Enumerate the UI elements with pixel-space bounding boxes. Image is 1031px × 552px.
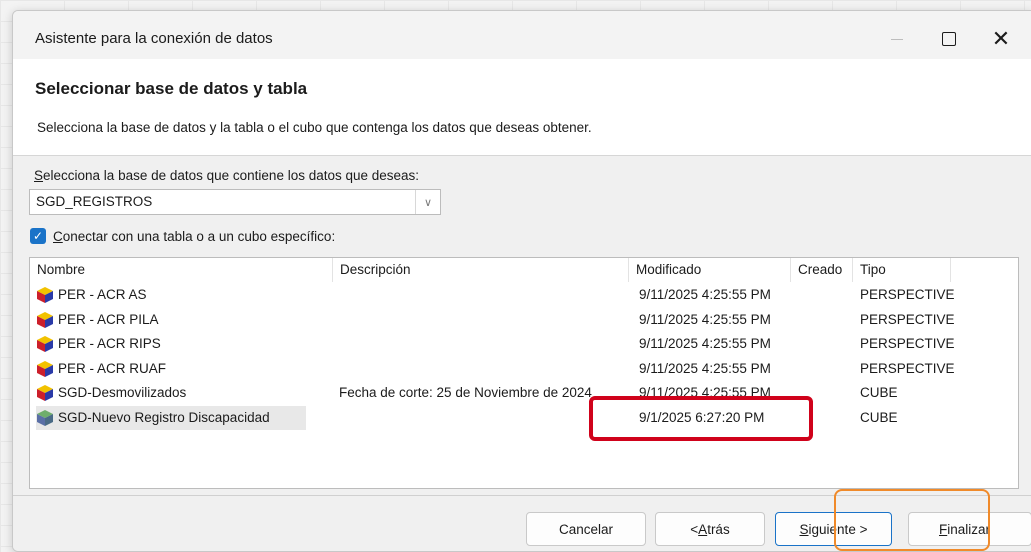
database-selected-value: SGD_REGISTROS (36, 194, 153, 209)
perspective-icon (36, 286, 54, 304)
connect-specific-table-label[interactable]: Conectar con una tabla o a un cubo espec… (53, 229, 335, 244)
list-item-modified: 9/11/2025 4:25:55 PM (639, 287, 771, 302)
column-header-descripcion[interactable]: Descripción (333, 258, 629, 282)
list-item-type: PERSPECTIVE (860, 287, 955, 302)
column-header-modificado[interactable]: Modificado (629, 258, 791, 282)
connect-specific-table-checkbox[interactable]: ✓ (30, 228, 46, 244)
column-header-nombre[interactable]: Nombre (30, 258, 333, 282)
maximize-icon (942, 32, 956, 46)
wizard-header: Seleccionar base de datos y tabla Selecc… (13, 59, 1031, 156)
cube-icon (36, 384, 54, 402)
list-item-name: PER - ACR PILA (58, 311, 159, 327)
list-item-modified: 9/11/2025 4:25:55 PM (639, 360, 771, 376)
list-item-name-cell: SGD-Desmovilizados (36, 381, 306, 405)
close-button[interactable]: ✕ (978, 23, 1024, 55)
list-item-name: SGD-Desmovilizados (58, 385, 187, 400)
list-item[interactable]: PER - ACR RIPS 9/11/2025 4:25:55 PM PERSPE… (30, 332, 1018, 356)
data-connection-wizard-dialog: Asistente para la conexión de datos ✕ Se… (12, 10, 1031, 552)
list-item-name-cell: PER - ACR RIPS (36, 332, 306, 356)
perspective-icon (36, 360, 54, 378)
database-label: Selecciona la base de datos que contiene… (34, 168, 420, 183)
list-item-name-cell: PER - ACR RUAF (36, 357, 306, 381)
list-item[interactable]: PER - ACR AS 9/11/2025 4:25:55 PM PERSPECT… (30, 283, 1018, 307)
chevron-down-icon[interactable]: ∨ (415, 190, 440, 214)
cube-icon (36, 409, 54, 427)
minimize-icon (891, 38, 903, 40)
list-item-name: PER - ACR RIPS (58, 336, 161, 351)
list-item-name: SGD-Nuevo Registro Discapacidad (58, 409, 270, 425)
page-subtitle: Selecciona la base de datos y la tabla o… (37, 120, 592, 135)
list-item-type: PERSPECTIVE (860, 360, 955, 376)
minimize-button (874, 23, 920, 55)
list-item-name: PER - ACR AS (58, 287, 147, 302)
back-button[interactable]: < Atrás (655, 512, 765, 546)
red-highlight-annotation (589, 396, 813, 441)
close-icon: ✕ (991, 26, 1011, 51)
page-title: Seleccionar base de datos y tabla (35, 79, 308, 98)
list-item-modified: 9/11/2025 4:25:55 PM (639, 311, 771, 327)
list-item[interactable]: PER - ACR RUAF 9/11/2025 4:25:55 PM PERSPE… (30, 357, 1018, 381)
list-item-description (339, 332, 639, 356)
database-dropdown[interactable]: SGD_REGISTROS ∨ (29, 189, 441, 215)
perspective-icon (36, 311, 54, 329)
maximize-button[interactable] (926, 23, 972, 55)
list-item-name-cell: PER - ACR PILA (36, 308, 306, 332)
perspective-icon (36, 335, 54, 353)
list-item-name-cell: PER - ACR AS (36, 283, 306, 307)
list-item-type: CUBE (860, 409, 898, 425)
list-item-name: PER - ACR RUAF (58, 360, 167, 376)
list-header: Nombre Descripción Modificado Creado Tip… (30, 258, 1018, 282)
checkmark-icon: ✓ (32, 229, 44, 243)
window-title: Asistente para la conexión de datos (35, 30, 273, 47)
list-item-description (339, 308, 639, 332)
list-item-modified: 9/11/2025 4:25:55 PM (639, 336, 771, 351)
list-item-type: CUBE (860, 385, 898, 400)
cancel-button[interactable]: Cancelar (526, 512, 646, 546)
list-item[interactable]: PER - ACR PILA 9/11/2025 4:25:55 PM PERSPE… (30, 308, 1018, 332)
tables-list[interactable]: Nombre Descripción Modificado Creado Tip… (29, 257, 1019, 489)
list-item[interactable]: SGD-Nuevo Registro Discapacidad 9/1/2025 … (30, 405, 1018, 430)
list-item[interactable]: SGD-Desmovilizados Fecha de corte: 25 de … (30, 381, 1018, 405)
list-item-name-cell: SGD-Nuevo Registro Discapacidad (36, 405, 306, 430)
column-header-tipo[interactable]: Tipo (853, 258, 951, 282)
list-item-description (339, 283, 639, 307)
column-header-creado[interactable]: Creado (791, 258, 853, 282)
list-item-description (339, 357, 639, 381)
orange-highlight-annotation (834, 489, 990, 551)
list-item-type: PERSPECTIVE (860, 336, 955, 351)
list-item-type: PERSPECTIVE (860, 311, 955, 327)
title-bar: Asistente para la conexión de datos ✕ (13, 11, 1031, 59)
